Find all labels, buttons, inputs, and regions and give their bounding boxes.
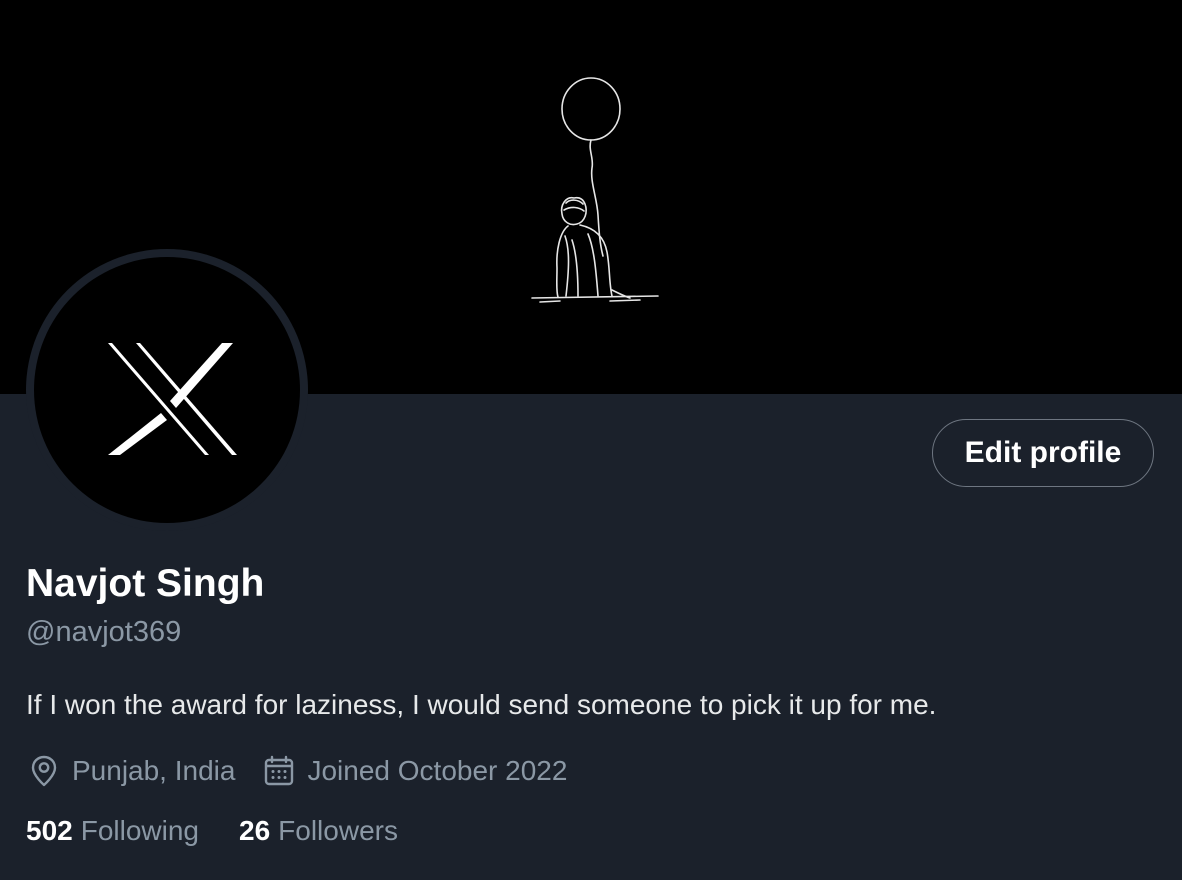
calendar-icon <box>261 753 297 789</box>
profile-page: Edit profile Navjot Singh @navjot369 If … <box>0 0 1182 880</box>
followers-count: 26 <box>239 815 271 846</box>
profile-bio: If I won the award for laziness, I would… <box>26 689 937 720</box>
follow-stats: 502 Following 26 Followers <box>26 815 398 847</box>
edit-profile-button[interactable]: Edit profile <box>932 419 1154 487</box>
followers-link[interactable]: 26 Followers <box>239 815 398 847</box>
user-handle: @navjot369 <box>26 616 182 648</box>
location-text: Punjab, India <box>72 755 236 786</box>
profile-avatar[interactable] <box>26 249 308 531</box>
following-link[interactable]: 502 Following <box>26 815 199 847</box>
profile-meta: Punjab, India Joined October 2022 <box>26 752 567 790</box>
following-label: Following <box>80 815 199 846</box>
x-logo-icon <box>108 343 237 455</box>
joined-date-text: Joined October 2022 <box>307 755 568 786</box>
following-count: 502 <box>26 815 73 846</box>
location-pin-icon <box>26 753 62 789</box>
display-name: Navjot Singh <box>26 562 265 605</box>
avatar-image <box>34 257 300 523</box>
followers-label: Followers <box>278 815 398 846</box>
